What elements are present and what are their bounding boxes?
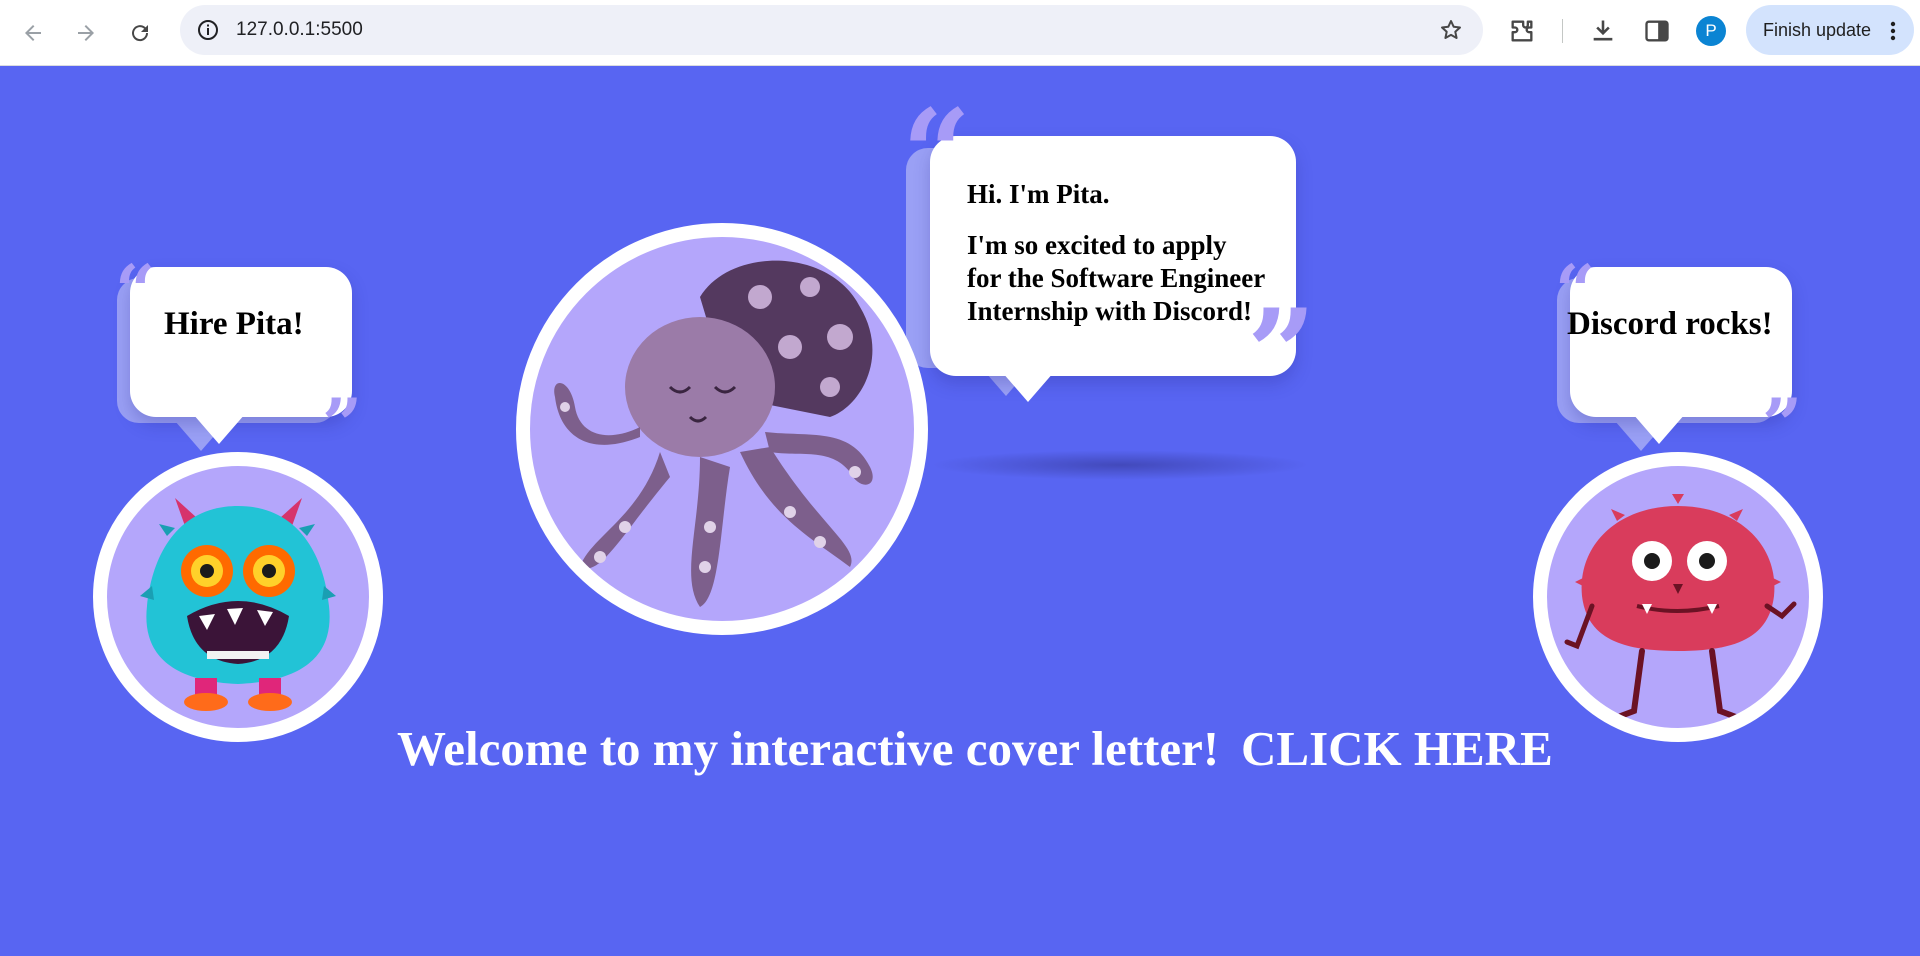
open-quote-icon: “ xyxy=(902,83,972,224)
click-here-link[interactable]: CLICK HERE xyxy=(1241,720,1553,777)
center-bubble-greeting: Hi. I'm Pita. xyxy=(967,179,1110,209)
reload-icon xyxy=(132,25,149,42)
kebab-menu-icon[interactable] xyxy=(1890,21,1896,41)
right-bubble-text: Discord rocks! xyxy=(1567,306,1773,342)
left-speech-bubble: “ ” Hire Pita! xyxy=(115,249,365,460)
profile-avatar[interactable]: P xyxy=(1696,16,1726,46)
octopus-icon xyxy=(554,260,873,607)
toolbar-divider xyxy=(1562,19,1563,43)
download-icon[interactable] xyxy=(1589,17,1617,45)
left-bubble-text: Hire Pita! xyxy=(164,306,304,342)
center-speech-bubble: “ ” Hi. I'm Pita. I'm so excited to appl… xyxy=(902,94,1322,434)
center-bubble-message: I'm so excited to apply for the Software… xyxy=(967,230,1265,326)
reload-button[interactable] xyxy=(120,13,160,53)
forward-button[interactable] xyxy=(66,13,106,53)
cover-letter-page: “ ” Hire Pita! “ ” Discord rocks! “ ” Hi… xyxy=(0,66,1920,956)
bookmark-star-icon[interactable] xyxy=(1439,18,1463,42)
side-panel-icon[interactable] xyxy=(1643,17,1671,45)
back-button[interactable] xyxy=(13,13,53,53)
finish-update-label: Finish update xyxy=(1763,20,1872,40)
back-arrow-icon xyxy=(25,25,41,41)
octopus-portrait xyxy=(516,223,928,635)
address-bar[interactable]: 127.0.0.1:5500 xyxy=(180,5,1483,55)
bubble-shadow xyxy=(930,450,1310,480)
red-monster-portrait xyxy=(1533,452,1823,742)
finish-update-button[interactable]: Finish update xyxy=(1746,5,1914,55)
right-speech-bubble: “ ” Discord rocks! xyxy=(1555,256,1815,460)
browser-toolbar: 127.0.0.1:5500 P Finish update xyxy=(0,0,1920,66)
url-text[interactable]: 127.0.0.1:5500 xyxy=(236,5,363,55)
blue-monster-portrait xyxy=(93,452,383,742)
close-quote-icon: ” xyxy=(322,383,363,466)
welcome-heading: Welcome to my interactive cover letter! xyxy=(397,721,1220,776)
close-quote-icon: ” xyxy=(1762,383,1803,466)
open-quote-icon: “ xyxy=(115,249,156,332)
site-info-icon[interactable] xyxy=(196,18,220,42)
forward-arrow-icon xyxy=(78,25,94,41)
blue-monster-icon xyxy=(140,498,336,711)
red-monster-icon xyxy=(1564,494,1797,720)
extensions-icon[interactable] xyxy=(1508,17,1536,45)
